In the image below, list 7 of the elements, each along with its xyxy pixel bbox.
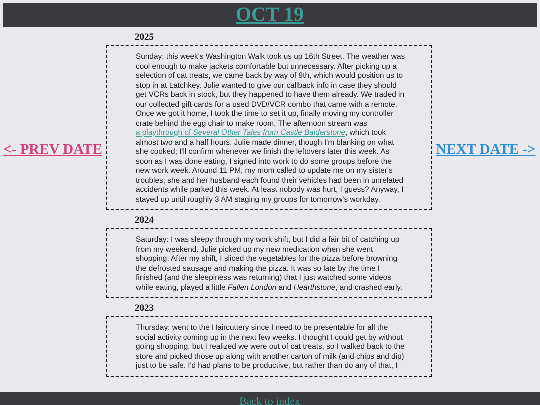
page-title[interactable]: OCT 19 — [236, 4, 304, 26]
year-heading: 2025 — [134, 32, 155, 45]
next-date-link[interactable]: NEXT DATE -> — [436, 142, 536, 158]
previous-date-link[interactable]: <- PREV DATE — [4, 142, 102, 158]
back-to-index-link[interactable]: Back to index — [239, 396, 301, 405]
year-heading: 2024 — [134, 215, 155, 228]
year-heading: 2023 — [134, 303, 155, 316]
